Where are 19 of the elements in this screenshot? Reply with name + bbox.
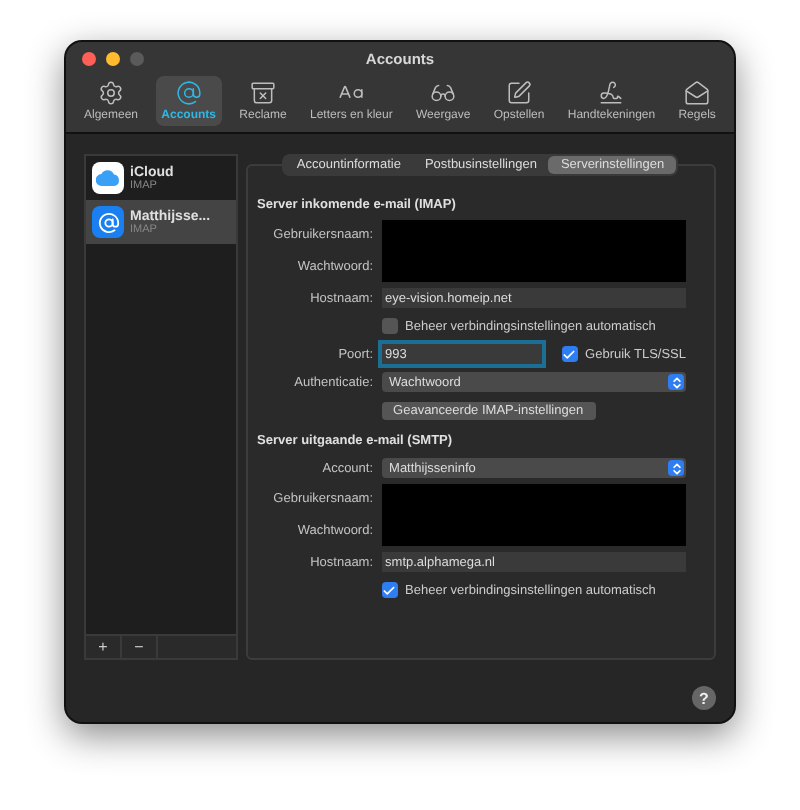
add-button[interactable]: + [86, 636, 122, 658]
glasses-icon [430, 80, 457, 106]
chevrons-icon [668, 374, 684, 390]
minimize-icon[interactable] [106, 52, 120, 66]
close-icon[interactable] [82, 52, 96, 66]
compose-icon [506, 80, 533, 106]
settings-icon [98, 80, 125, 106]
checkbox[interactable] [561, 346, 578, 362]
at-sign-icon [92, 206, 124, 238]
envelope-icon [684, 80, 711, 106]
checkbox[interactable] [381, 318, 398, 334]
chevrons-icon [668, 460, 684, 476]
signature-icon [598, 80, 625, 106]
junk-box-icon [250, 80, 276, 106]
help-button[interactable]: ? [692, 686, 716, 710]
checkbox[interactable] [381, 582, 398, 598]
at-sign-icon [175, 80, 202, 106]
remove-button[interactable]: − [122, 636, 158, 658]
cloud-icon [92, 162, 124, 194]
